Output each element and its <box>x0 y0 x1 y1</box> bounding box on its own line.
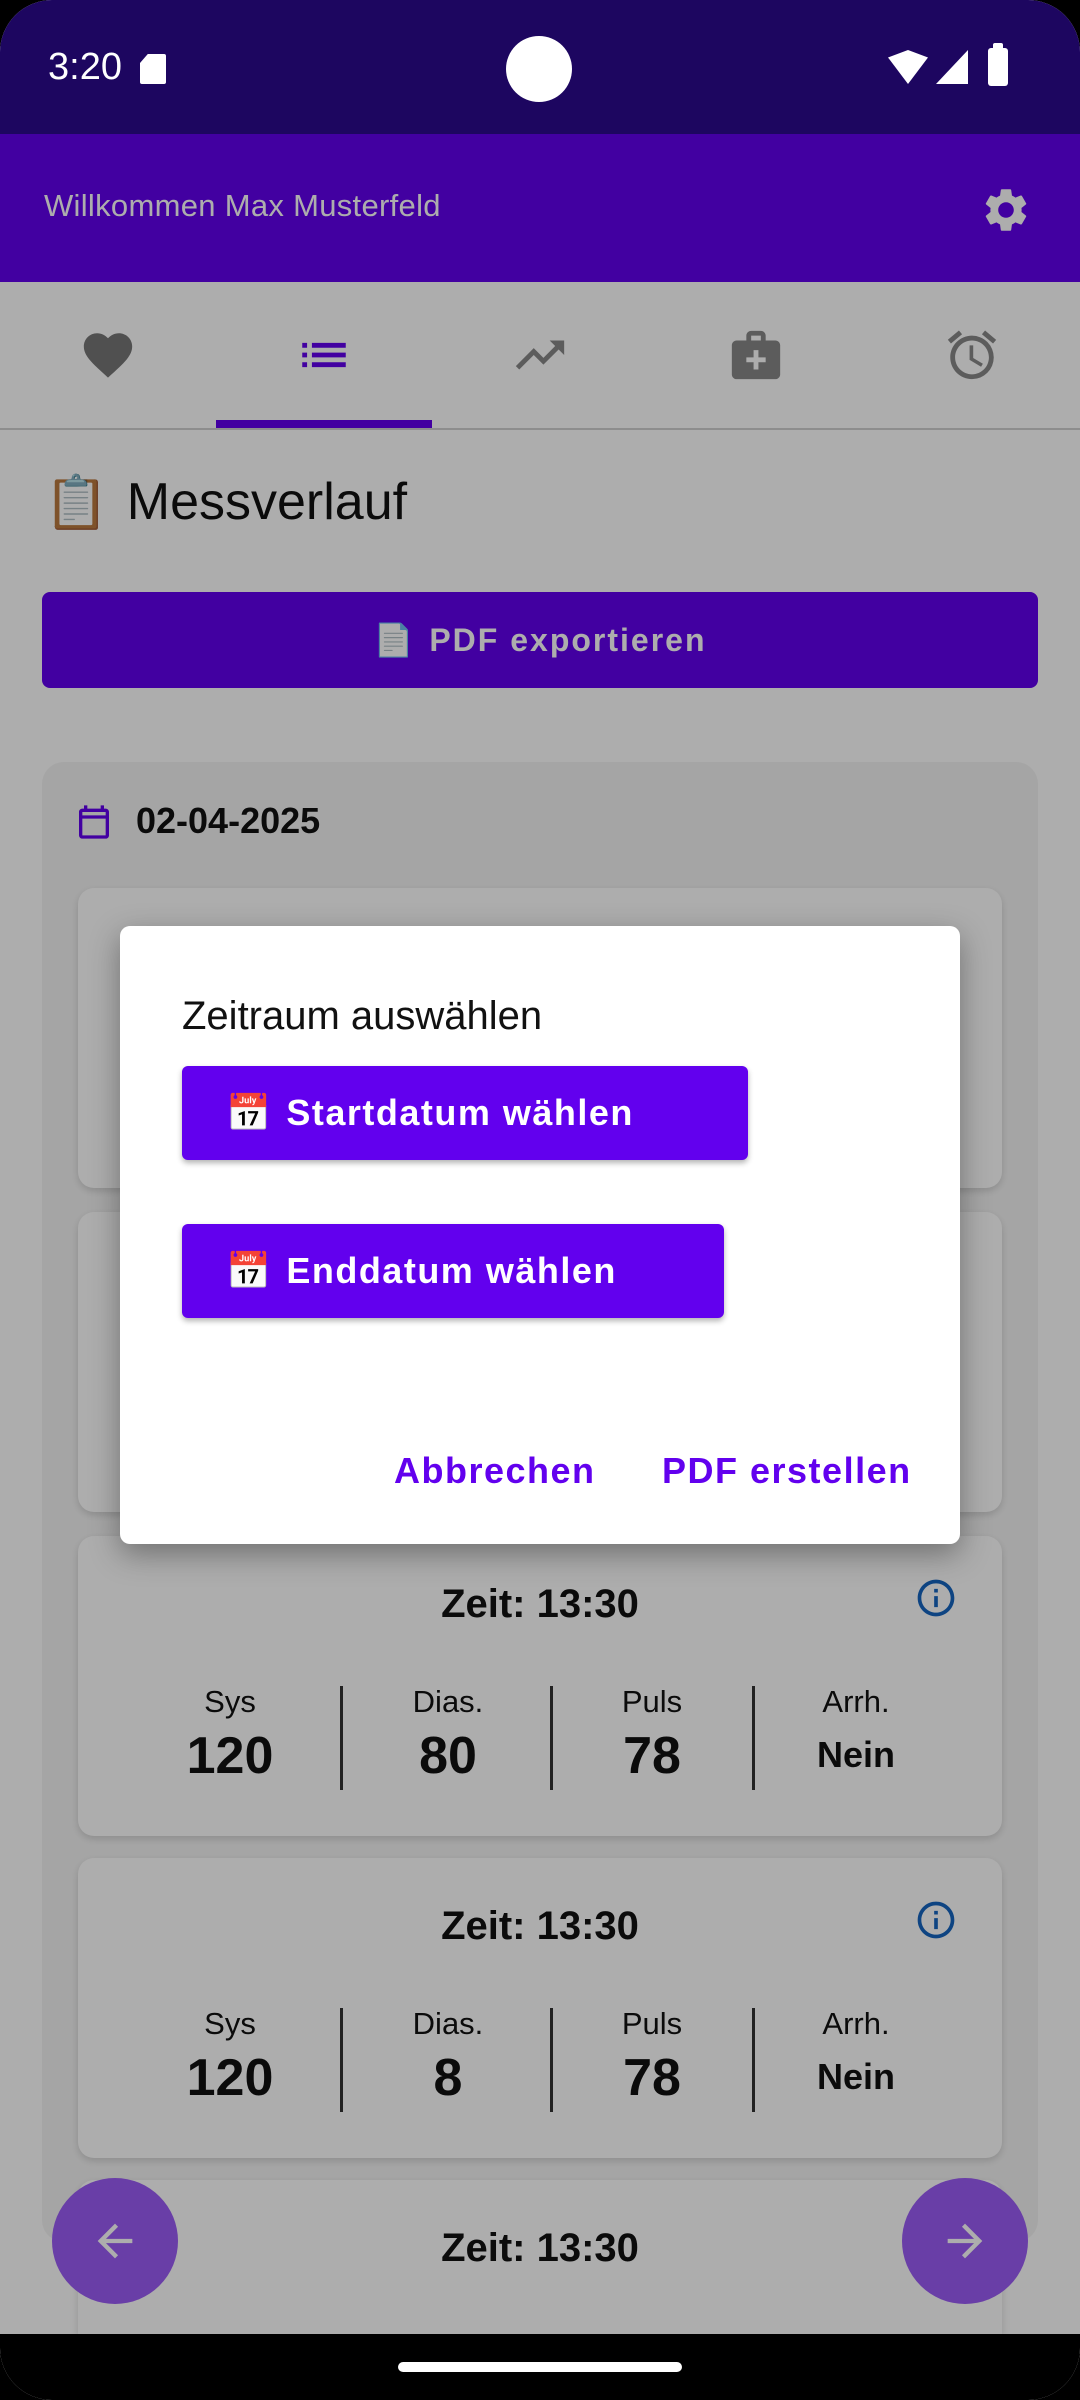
dialog-title: Zeitraum auswählen <box>182 994 543 1038</box>
wifi-icon <box>888 50 928 84</box>
phone-screen: 3:20 Willkommen Max Musterfeld 📋 Messver… <box>0 0 1080 2400</box>
end-date-button[interactable]: 📅 Enddatum wählen <box>182 1224 724 1318</box>
home-gesture-handle[interactable] <box>398 2362 682 2372</box>
start-date-button[interactable]: 📅 Startdatum wählen <box>182 1066 748 1160</box>
status-bar: 3:20 <box>0 0 1080 134</box>
battery-icon <box>988 43 1008 86</box>
end-date-label: Enddatum wählen <box>286 1250 617 1291</box>
start-date-label: Startdatum wählen <box>286 1092 634 1133</box>
status-time: 3:20 <box>48 46 122 88</box>
date-range-dialog: Zeitraum auswählen 📅 Startdatum wählen 📅… <box>120 926 960 1544</box>
camera-cutout <box>506 36 572 102</box>
calendar-emoji-icon: 📅 <box>226 1092 273 1133</box>
signal-icon <box>936 50 968 84</box>
create-pdf-button[interactable]: PDF erstellen <box>662 1450 912 1492</box>
cancel-button[interactable]: Abbrechen <box>394 1450 596 1492</box>
sd-card-icon <box>140 54 166 84</box>
calendar-emoji-icon: 📅 <box>226 1250 273 1291</box>
